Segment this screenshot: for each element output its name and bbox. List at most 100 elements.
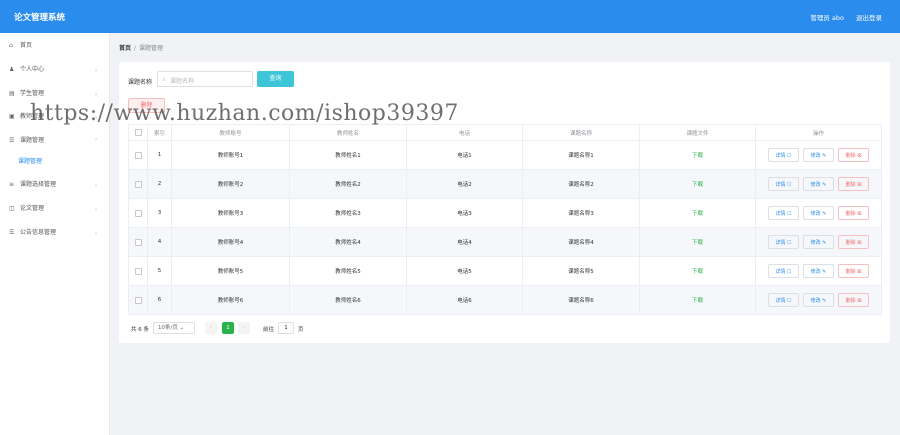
download-link[interactable]: 下载 [640, 286, 756, 314]
table-row: 6 教师账号6 教师姓名6 电话6 课题名称6 下载 详情 ☐ 修改 ✎ 删除 ⊠ [128, 286, 882, 315]
row-select-cell [129, 199, 148, 227]
page-unit-label: 页 [298, 327, 304, 333]
goto-page-input[interactable]: 1 [278, 322, 294, 334]
search-input[interactable]: ⌕ 课题名称 [157, 71, 253, 87]
sidebar-item-label: 首页 [20, 42, 33, 49]
user-icon: ♟ [9, 66, 15, 73]
breadcrumb-separator: / [134, 45, 137, 52]
teacher-name-cell: 教师姓名1 [290, 141, 407, 169]
list-icon: ≡ [9, 181, 15, 188]
row-select-cell [129, 286, 148, 314]
top-bar: 论文管理系统 管理员 abo 退出登录 [0, 0, 900, 33]
sidebar-item-home[interactable]: ⌂ 首页 [0, 35, 110, 57]
checkbox[interactable] [134, 180, 142, 188]
download-link[interactable]: 下载 [640, 257, 756, 285]
table-row: 5 教师账号5 教师姓名5 电话5 课题名称5 下载 详情 ☐ 修改 ✎ 删除 ⊠ [128, 257, 882, 286]
goto-label: 前往 [263, 327, 275, 333]
sidebar-item-topics[interactable]: ☰ 课题管理 ⌃ [0, 130, 110, 152]
teacher-name-cell: 教师姓名5 [290, 257, 407, 285]
sidebar-item-profile[interactable]: ♟ 个人中心 ⌄ [0, 59, 110, 81]
chevron-down-icon: ⌄ [94, 230, 99, 236]
topic-name-cell: 课题名称1 [523, 141, 640, 169]
chevron-up-icon: ⌃ [94, 138, 99, 144]
row-select-cell [129, 228, 148, 256]
notice-icon: ☰ [9, 229, 15, 236]
table-row: 2 教师账号2 教师姓名2 电话2 课题名称2 下载 详情 ☐ 修改 ✎ 删除 ⊠ [128, 170, 882, 199]
page-size-select[interactable]: 10条/页 ⌄ [153, 322, 195, 334]
delete-row-button[interactable]: 删除 ⊠ [838, 293, 869, 307]
chevron-down-icon: ⌄ [94, 182, 99, 188]
header-actions: 操作 [812, 130, 824, 137]
topic-name-cell: 课题名称2 [523, 170, 640, 198]
row-select-cell [129, 257, 148, 285]
checkbox[interactable] [134, 151, 142, 159]
teacher-name-cell: 教师姓名2 [290, 170, 407, 198]
sidebar-item-topic-selection[interactable]: ≡ 课题选择管理 ⌄ [0, 174, 110, 196]
app-title: 论文管理系统 [14, 13, 66, 23]
detail-button[interactable]: 详情 ☐ [768, 264, 799, 278]
header-select-all[interactable] [129, 125, 148, 140]
detail-button[interactable]: 详情 ☐ [768, 148, 799, 162]
breadcrumb-home[interactable]: 首页 [119, 45, 131, 52]
delete-row-button[interactable]: 删除 ⊠ [838, 148, 869, 162]
topic-name-cell: 课题名称6 [523, 286, 640, 314]
paper-icon: ◫ [9, 205, 15, 212]
teacher-name-cell: 教师姓名4 [290, 228, 407, 256]
teacher-account-cell: 教师账号6 [172, 286, 290, 314]
chevron-down-icon: ⌄ [94, 67, 99, 73]
teacher-name-cell: 教师姓名6 [290, 286, 407, 314]
logout-button[interactable]: 退出登录 [856, 12, 882, 22]
phone-cell: 电话4 [407, 228, 523, 256]
edit-button[interactable]: 修改 ✎ [803, 235, 834, 249]
detail-button[interactable]: 详情 ☐ [768, 235, 799, 249]
detail-button[interactable]: 详情 ☐ [768, 206, 799, 220]
teacher-account-cell: 教师账号3 [172, 199, 290, 227]
prev-page-button[interactable]: ‹ [205, 322, 217, 334]
delete-row-button[interactable]: 删除 ⊠ [838, 206, 869, 220]
sidebar-subitem-topics[interactable]: 课题管理 [0, 151, 110, 173]
checkbox[interactable] [134, 209, 142, 217]
phone-cell: 电话5 [407, 257, 523, 285]
phone-cell: 电话6 [407, 286, 523, 314]
download-link[interactable]: 下载 [640, 141, 756, 169]
topic-icon: ☰ [9, 137, 15, 144]
actions-cell: 详情 ☐ 修改 ✎ 删除 ⊠ [756, 141, 881, 169]
topic-name-cell: 课题名称5 [523, 257, 640, 285]
download-link[interactable]: 下载 [640, 199, 756, 227]
topic-name-cell: 课题名称3 [523, 199, 640, 227]
sidebar-item-papers[interactable]: ◫ 论文管理 ⌄ [0, 198, 110, 220]
search-button[interactable]: 查询 [257, 71, 294, 87]
sidebar-item-label: 公告信息管理 [20, 229, 57, 236]
table-row: 3 教师账号3 教师姓名3 电话3 课题名称3 下载 详情 ☐ 修改 ✎ 删除 ⊠ [128, 199, 882, 228]
detail-button[interactable]: 详情 ☐ [768, 293, 799, 307]
page-number[interactable]: 1 [222, 322, 234, 334]
breadcrumb: 首页 / 课题管理 [119, 43, 163, 52]
home-icon: ⌂ [9, 42, 13, 49]
phone-cell: 电话2 [407, 170, 523, 198]
edit-button[interactable]: 修改 ✎ [803, 293, 834, 307]
header-teacher-name: 教师姓名 [290, 125, 407, 140]
index-cell: 2 [148, 170, 172, 198]
edit-button[interactable]: 修改 ✎ [803, 177, 834, 191]
delete-row-button[interactable]: 删除 ⊠ [838, 264, 869, 278]
checkbox[interactable] [134, 238, 142, 246]
next-page-button[interactable]: › [238, 322, 250, 334]
download-link[interactable]: 下载 [640, 228, 756, 256]
edit-button[interactable]: 修改 ✎ [803, 206, 834, 220]
edit-button[interactable]: 修改 ✎ [803, 264, 834, 278]
checkbox[interactable] [134, 296, 142, 304]
checkbox[interactable] [134, 267, 142, 275]
user-info: 管理员 abo [810, 14, 844, 22]
row-select-cell [129, 141, 148, 169]
table-header: 索引 教师账号 教师姓名 电话 课题名称 课题文件 操作 [128, 124, 882, 141]
sidebar-item-notices[interactable]: ☰ 公告信息管理 ⌄ [0, 222, 110, 244]
edit-button[interactable]: 修改 ✎ [803, 148, 834, 162]
checkbox[interactable] [134, 129, 142, 136]
delete-row-button[interactable]: 删除 ⊠ [838, 177, 869, 191]
delete-row-button[interactable]: 删除 ⊠ [838, 235, 869, 249]
download-link[interactable]: 下载 [640, 170, 756, 198]
chevron-down-icon: ⌄ [94, 206, 99, 212]
index-cell: 6 [148, 286, 172, 314]
detail-button[interactable]: 详情 ☐ [768, 177, 799, 191]
index-cell: 5 [148, 257, 172, 285]
